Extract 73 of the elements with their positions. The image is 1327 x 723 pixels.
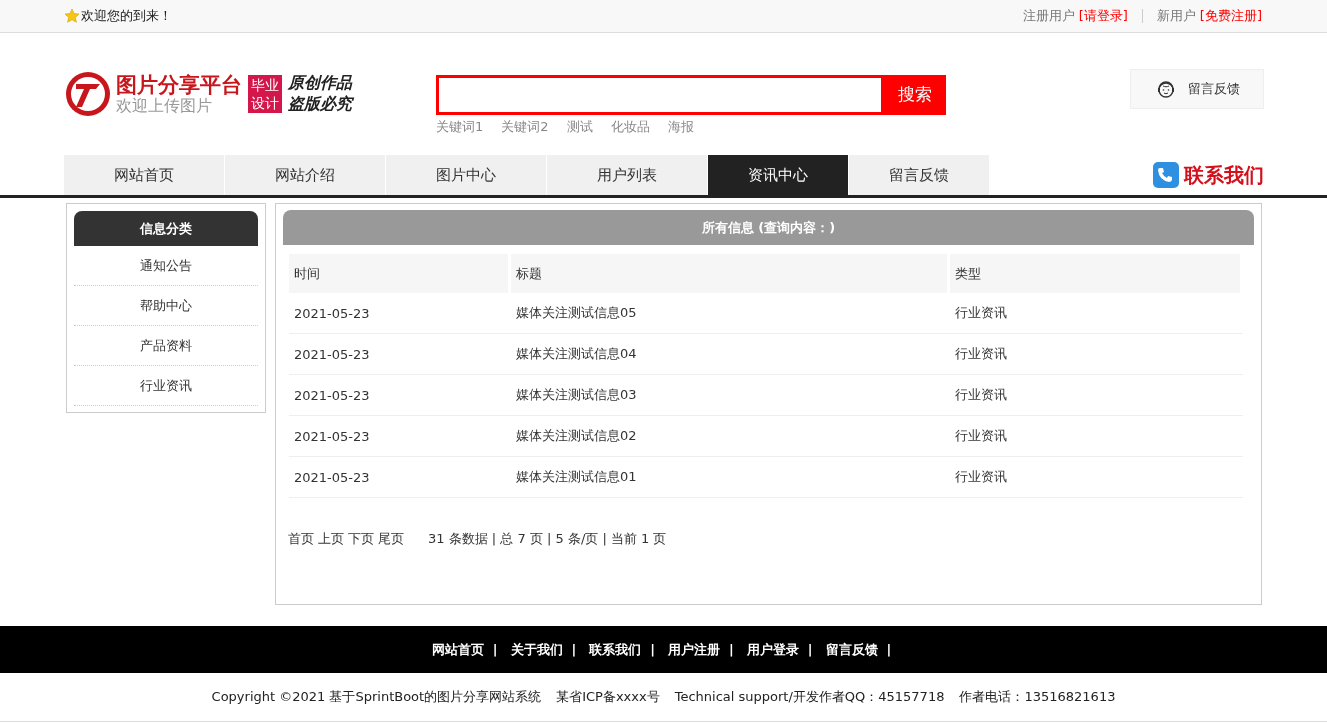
nav-tab[interactable]: 用户列表: [547, 155, 707, 195]
table-cell: 行业资讯: [950, 457, 1243, 498]
search-field[interactable]: [436, 74, 884, 115]
table-cell: 媒体关注测试信息04: [511, 334, 950, 375]
register-link[interactable]: [免费注册]: [1199, 7, 1262, 25]
sidebar-item[interactable]: 通知公告: [74, 246, 258, 286]
pager-link[interactable]: 下页: [348, 530, 374, 548]
slogan-text: 盗版必究: [288, 94, 352, 115]
table-cell: 行业资讯: [950, 416, 1243, 457]
table-cell: 媒体关注测试信息01: [511, 457, 950, 498]
slogan-text: 原创作品: [288, 73, 352, 94]
sidebar-item[interactable]: 帮助中心: [74, 286, 258, 326]
pager-link[interactable]: 尾页: [378, 530, 404, 548]
footer-link[interactable]: 联系我们: [589, 640, 642, 659]
footer-separator: |: [492, 642, 498, 657]
feedback-button[interactable]: 留言反馈: [1130, 69, 1264, 109]
copyright-text: 作者电话：13516821613: [959, 688, 1116, 706]
table-cell: 媒体关注测试信息05: [511, 293, 950, 334]
table-cell: 2021-05-23: [289, 293, 511, 334]
pager-summary: 31 条数据 | 总 7 页 | 5 条/页 | 当前 1 页: [428, 530, 667, 548]
nav-tab[interactable]: 资讯中心: [708, 155, 848, 195]
keyword-link[interactable]: 关键词1: [436, 117, 484, 136]
nav-tab[interactable]: 网站首页: [64, 155, 224, 195]
table-cell: 2021-05-23: [289, 416, 511, 457]
footer-link[interactable]: 关于我们: [510, 640, 563, 659]
table-cell: 行业资讯: [950, 375, 1243, 416]
keyword-link[interactable]: 化妆品: [610, 117, 650, 136]
panel-title: 所有信息 (查询内容：): [283, 210, 1254, 245]
table-cell: 媒体关注测试信息03: [511, 375, 950, 416]
footer-link[interactable]: 留言反馈: [825, 640, 878, 659]
column-header: 类型: [950, 254, 1243, 293]
search-button[interactable]: 搜索: [884, 74, 946, 115]
table-cell: 媒体关注测试信息02: [511, 416, 950, 457]
keyword-link[interactable]: 测试: [566, 117, 593, 136]
sidebar-title: 信息分类: [74, 211, 258, 246]
table-cell: 行业资讯: [950, 293, 1243, 334]
logo-title: 图片分享平台: [116, 72, 242, 97]
footer-link[interactable]: 用户注册: [668, 640, 720, 659]
table-cell: 2021-05-23: [289, 457, 511, 498]
footer-separator: |: [650, 642, 655, 657]
copyright-text: Copyright ©2021 基于SprintBoot的图片分享网站系统: [211, 688, 542, 706]
logo-subtitle: 欢迎上传图片: [116, 96, 213, 116]
footer-link[interactable]: 用户登录: [746, 640, 799, 659]
graduation-badge: 毕业 设计: [248, 74, 282, 114]
table-cell: 2021-05-23: [289, 375, 511, 416]
keyword-link[interactable]: 关键词2: [501, 117, 549, 136]
sidebar-item[interactable]: 产品资料: [74, 326, 258, 366]
nav-tab[interactable]: 留言反馈: [849, 155, 989, 195]
footer-link[interactable]: 网站首页: [431, 640, 484, 659]
copyright-text: 某省ICP备xxxx号: [556, 688, 660, 706]
welcome-text: 欢迎您的到来！: [81, 7, 172, 25]
table-cell: 行业资讯: [950, 334, 1243, 375]
nav-tab[interactable]: 网站介绍: [225, 155, 385, 195]
table-cell: 2021-05-23: [289, 334, 511, 375]
footer-separator: |: [807, 642, 813, 657]
login-prefix: 注册用户: [1022, 7, 1075, 25]
footer-separator: |: [729, 642, 734, 657]
star-icon: [64, 8, 80, 24]
logo-icon: [64, 70, 112, 118]
footer-separator: |: [571, 642, 577, 657]
register-prefix: 新用户: [1156, 7, 1196, 25]
column-header: 时间: [289, 254, 511, 293]
phone-icon: [1152, 161, 1180, 189]
column-header: 标题: [511, 254, 950, 293]
nav-tab[interactable]: 图片中心: [386, 155, 546, 195]
keyword-link[interactable]: 海报: [667, 117, 694, 136]
contact-link[interactable]: 联系我们: [1152, 155, 1264, 195]
pager-link[interactable]: 首页: [288, 530, 314, 548]
login-link[interactable]: [请登录]: [1078, 7, 1128, 25]
sidebar-item[interactable]: 行业资讯: [74, 366, 258, 406]
copyright-text: Technical support/开发作者QQ：45157718: [674, 688, 945, 706]
pager-link[interactable]: 上页: [318, 530, 344, 548]
footer-separator: |: [886, 642, 892, 657]
